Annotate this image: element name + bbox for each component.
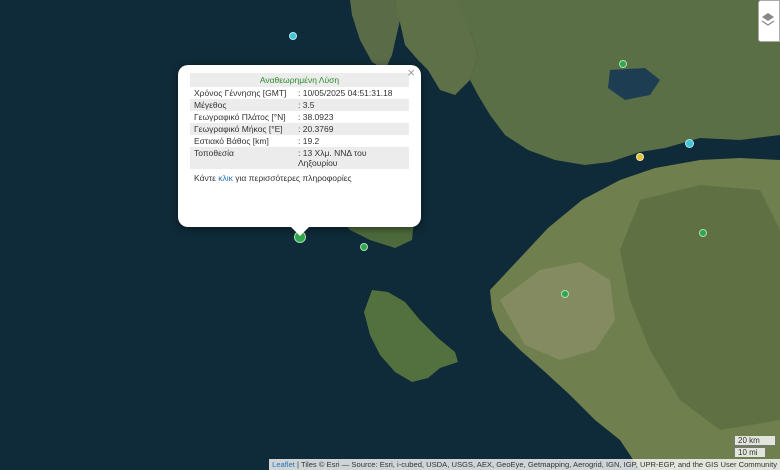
popup-footer: Κάντε κλικ για περισσότερες πληροφορίες (194, 173, 352, 183)
earthquake-marker[interactable] (360, 243, 368, 251)
row-value: : 13 Χλμ. ΝΝΔ του Ληξουρίου (294, 147, 409, 169)
row-value: : 20.3769 (294, 123, 409, 135)
leaflet-link[interactable]: Leaflet (272, 460, 295, 469)
map-attribution: Leaflet | Tiles © Esri — Source: Esri, i… (269, 459, 780, 470)
row-label: Εστιακό Βάθος [km] (194, 136, 269, 146)
scale-imperial: 10 mi (734, 447, 766, 457)
earthquake-marker[interactable] (636, 153, 644, 161)
layers-control-button[interactable] (758, 0, 780, 42)
more-info-link[interactable]: κλικ (218, 173, 233, 183)
popup-details-table: Αναθεωρημένη Λύση Χρόνος Γέννησης [GMT]:… (190, 73, 409, 169)
row-value: : 19.2 (298, 136, 320, 146)
row-label: Χρόνος Γέννησης [GMT] (194, 88, 287, 98)
row-label: Γεωγραφικό Πλάτος [°N] (194, 112, 286, 122)
earthquake-marker[interactable] (289, 32, 297, 40)
scale-metric: 20 km (734, 436, 776, 446)
row-value: : 38.0923 (298, 112, 334, 122)
map-scale: 20 km 10 mi (734, 435, 776, 457)
earthquake-marker[interactable] (685, 139, 694, 148)
earthquake-popup: × Αναθεωρημένη Λύση Χρόνος Γέννησης [GMT… (178, 65, 421, 236)
earthquake-marker[interactable] (619, 60, 627, 68)
earthquake-marker[interactable] (561, 290, 569, 298)
row-value: : 3.5 (294, 99, 409, 111)
earthquake-marker[interactable] (699, 229, 707, 237)
popup-title: Αναθεωρημένη Λύση (190, 73, 409, 87)
row-label: Τοποθεσία (190, 147, 294, 169)
close-icon[interactable]: × (407, 66, 415, 80)
row-label: Μέγεθος (190, 99, 294, 111)
row-label: Γεωγραφικό Μήκος [°E] (190, 123, 294, 135)
row-value: : 10/05/2025 04:51:31.18 (298, 88, 393, 98)
layers-icon (761, 13, 775, 26)
